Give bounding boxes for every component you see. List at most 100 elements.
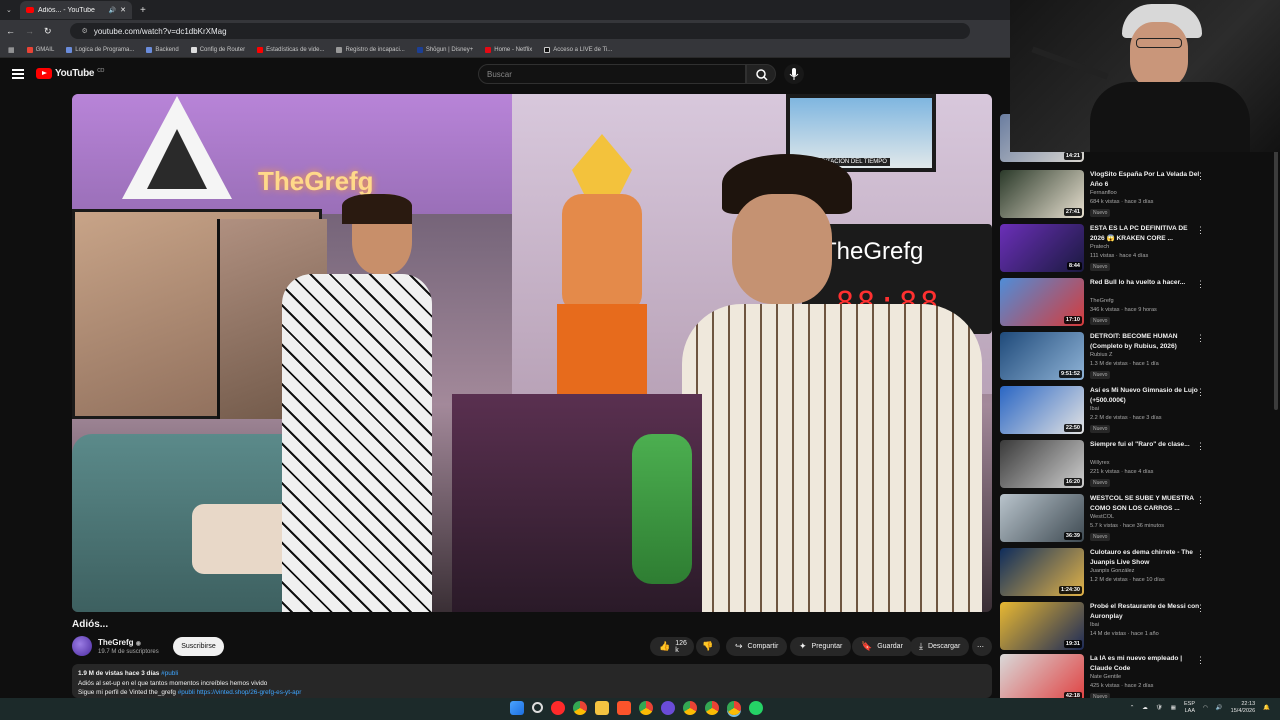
recommendation-channel[interactable]: TheGrefg: [1090, 298, 1200, 304]
back-icon[interactable]: ←: [6, 26, 15, 36]
recommendation-channel[interactable]: Juanpis González: [1090, 568, 1200, 574]
save-button[interactable]: 🔖 Guardar: [852, 637, 912, 656]
chrome-icon[interactable]: [573, 701, 587, 715]
recommendation-channel[interactable]: Ibai: [1090, 622, 1200, 628]
site-info-icon[interactable]: ⚙: [82, 27, 88, 35]
channel-avatar[interactable]: [72, 636, 92, 656]
recommendation-item[interactable]: 42:18 La IA es mi nuevo empleado | Claude…: [1000, 654, 1270, 700]
recommendation-title[interactable]: Siempre fui el "Raro" de clase...: [1090, 440, 1202, 450]
subscribe-button[interactable]: Suscribirse: [173, 637, 224, 656]
file-explorer-icon[interactable]: [595, 701, 609, 715]
description-box[interactable]: 1.9 M de vistas hace 3 días #publi Adiós…: [72, 664, 992, 698]
recommendation-item[interactable]: 17:10 Red Bull lo ha vuelto a hacer... The…: [1000, 278, 1270, 328]
recommendation-channel[interactable]: Fernanfloo: [1090, 190, 1200, 196]
hashtag[interactable]: #publi: [178, 689, 195, 696]
bookmark-stats[interactable]: Estadísticas de vide...: [257, 46, 324, 53]
reload-icon[interactable]: ↻: [44, 26, 52, 37]
more-actions-button[interactable]: ⋯: [972, 637, 992, 656]
video-thumbnail[interactable]: 36:39: [1000, 494, 1084, 542]
video-thumbnail[interactable]: 27:41: [1000, 170, 1084, 218]
notifications-icon[interactable]: 🔔: [1263, 705, 1270, 711]
recommendation-title[interactable]: WESTCOL SE SUBE Y MUESTRA COMO SON LOS C…: [1090, 494, 1202, 513]
recommendation-title[interactable]: Red Bull lo ha vuelto a hacer...: [1090, 278, 1202, 288]
bookmark-backend[interactable]: Backend: [146, 46, 179, 53]
video-thumbnail[interactable]: 9:51:52: [1000, 332, 1084, 380]
hashtag[interactable]: #publi: [161, 670, 178, 677]
bookmark-router[interactable]: Config de Router: [190, 46, 245, 53]
more-options-icon[interactable]: ⋮: [1196, 549, 1205, 560]
new-tab-icon[interactable]: +: [140, 5, 146, 16]
cloud-icon[interactable]: ☁: [1142, 705, 1148, 711]
bookmark-logica[interactable]: Logica de Programa...: [66, 46, 134, 53]
app-icon[interactable]: [661, 701, 675, 715]
recommendation-channel[interactable]: Ibai: [1090, 406, 1200, 412]
bookmark-disney[interactable]: Shōgun | Disney+: [416, 46, 473, 53]
recommendation-item[interactable]: 16:20 Siempre fui el "Raro" de clase... Wi…: [1000, 440, 1270, 490]
recommendation-item[interactable]: 22:50 Así es Mi Nuevo Gimnasio de Lujo (+…: [1000, 386, 1270, 436]
bookmark-netflix[interactable]: Home - Netflix: [485, 46, 532, 53]
bookmark-gmail[interactable]: GMAIL: [26, 46, 54, 53]
recommendation-channel[interactable]: Nate Gentile: [1090, 674, 1200, 680]
recommendation-title[interactable]: VlogSito España Por La Velada Del Año 6: [1090, 170, 1202, 189]
more-options-icon[interactable]: ⋮: [1196, 333, 1205, 344]
clock[interactable]: 22:13 15/4/2026: [1231, 701, 1255, 715]
recommendation-item[interactable]: 27:41 VlogSito España Por La Velada Del A…: [1000, 170, 1270, 220]
search-input[interactable]: Buscar: [478, 64, 746, 84]
more-options-icon[interactable]: ⋮: [1196, 279, 1205, 290]
bookmark-tiktok[interactable]: Acceso a LIVE de Ti...: [544, 46, 612, 53]
dislike-button[interactable]: 👎: [696, 637, 720, 656]
more-options-icon[interactable]: ⋮: [1196, 495, 1205, 506]
recommendation-item[interactable]: 36:39 WESTCOL SE SUBE Y MUESTRA COMO SON …: [1000, 494, 1270, 544]
search-taskbar-icon[interactable]: [532, 702, 543, 713]
apps-icon[interactable]: ▦: [8, 46, 15, 54]
brave-icon[interactable]: [617, 701, 631, 715]
chrome-active-icon[interactable]: [727, 701, 741, 715]
forward-icon[interactable]: →: [25, 26, 34, 36]
recommendation-title[interactable]: ESTA ES LA PC DEFINITIVA DE 2026 😱 KRAKE…: [1090, 224, 1202, 243]
video-thumbnail[interactable]: 42:18: [1000, 654, 1084, 700]
recommendation-item[interactable]: 8:44 ESTA ES LA PC DEFINITIVA DE 2026 😱 K…: [1000, 224, 1270, 274]
more-options-icon[interactable]: ⋮: [1196, 603, 1205, 614]
chevron-up-icon[interactable]: ⌃: [1130, 705, 1135, 711]
speaker-icon[interactable]: 🔊: [109, 7, 116, 14]
recommendation-title[interactable]: Así es Mi Nuevo Gimnasio de Lujo (+500.0…: [1090, 386, 1202, 405]
voice-search-button[interactable]: [784, 64, 804, 84]
youtube-app-icon[interactable]: [551, 701, 565, 715]
chrome-profile-icon[interactable]: [683, 701, 697, 715]
video-thumbnail[interactable]: 22:50: [1000, 386, 1084, 434]
more-options-icon[interactable]: ⋮: [1196, 225, 1205, 236]
browser-tab-active[interactable]: Adiós... - YouTube 🔊 ✕: [20, 1, 132, 19]
recommendation-title[interactable]: DETROIT: BECOME HUMAN (Completo by Rubiu…: [1090, 332, 1202, 351]
shield-icon[interactable]: 🛡: [1156, 705, 1163, 711]
wifi-icon[interactable]: ◠: [1203, 705, 1208, 711]
close-tab-icon[interactable]: ✕: [120, 6, 126, 14]
download-button[interactable]: ⤓ Descargar: [910, 637, 970, 656]
video-thumbnail[interactable]: 17:10: [1000, 278, 1084, 326]
channel-name[interactable]: TheGrefg ◉: [98, 638, 141, 647]
bookmark-registro[interactable]: Registro de incapaci...: [336, 46, 405, 53]
recommendation-channel[interactable]: Willyrex: [1090, 460, 1200, 466]
recommendation-item[interactable]: 1:24:30 Culotauro es dema chirrete - The …: [1000, 548, 1270, 598]
video-player[interactable]: TheGrefg TheGrefg 88:88 HABITACION DEL T…: [72, 94, 992, 612]
language-indicator[interactable]: ESP LAA: [1184, 701, 1195, 715]
share-button[interactable]: ↪ Compartir: [726, 637, 788, 656]
video-thumbnail[interactable]: 16:20: [1000, 440, 1084, 488]
whatsapp-icon[interactable]: [749, 701, 763, 715]
recommendation-title[interactable]: La IA es mi nuevo empleado | Claude Code: [1090, 654, 1202, 673]
search-button[interactable]: [746, 64, 776, 84]
recommendation-channel[interactable]: Pratech: [1090, 244, 1200, 250]
recommendation-channel[interactable]: WestCOL: [1090, 514, 1200, 520]
tab-list-icon[interactable]: ⌄: [6, 6, 12, 14]
more-options-icon[interactable]: ⋮: [1196, 387, 1205, 398]
chrome-profile-icon[interactable]: [705, 701, 719, 715]
url-field[interactable]: ⚙ youtube.com/watch?v=dc1dbKrXMag: [69, 23, 970, 39]
description-link[interactable]: https://vinted.shop/26-grefg-es-yt-apr: [197, 689, 302, 696]
video-thumbnail[interactable]: 8:44: [1000, 224, 1084, 272]
recommendation-item[interactable]: 9:51:52 DETROIT: BECOME HUMAN (Completo b…: [1000, 332, 1270, 382]
video-thumbnail[interactable]: 19:31: [1000, 602, 1084, 650]
youtube-logo[interactable]: YouTube CO: [36, 68, 104, 79]
recommendation-title[interactable]: Probé el Restaurante de Messi con Auronp…: [1090, 602, 1202, 621]
video-thumbnail[interactable]: 1:24:30: [1000, 548, 1084, 596]
recommendation-channel[interactable]: Rubius Z: [1090, 352, 1200, 358]
hamburger-menu-icon[interactable]: [12, 69, 24, 79]
